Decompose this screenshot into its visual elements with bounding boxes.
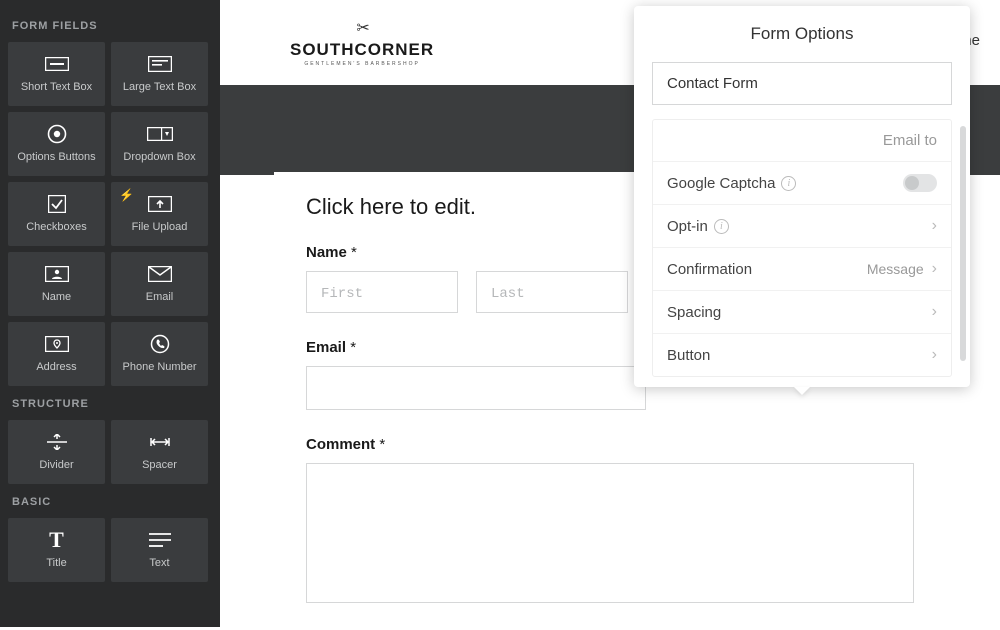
form-options-panel: Form Options Email to Google Captcha i O… [634,6,970,387]
site-logo: ✂ SOUTHCORNER GENTLEMEN'S BARBERSHOP [290,18,434,67]
first-name-input[interactable] [306,271,458,313]
option-confirmation[interactable]: Confirmation Message › [653,248,951,291]
tile-label: Divider [35,459,77,473]
email-input[interactable] [306,366,646,410]
info-icon[interactable]: i [714,219,729,234]
option-label: Google Captcha [667,175,775,192]
upload-icon [148,193,172,215]
tile-label: Options Buttons [13,151,99,165]
info-icon[interactable]: i [781,176,796,191]
scrollbar[interactable] [960,126,966,361]
panel-arrow-icon [794,387,810,395]
tile-phone-number[interactable]: Phone Number [111,322,208,386]
text-lines-icon [149,529,171,551]
envelope-icon [148,263,172,285]
tile-label: Checkboxes [22,221,91,235]
radio-icon [47,123,67,145]
tile-label: Title [42,557,70,571]
tile-short-text-box[interactable]: Short Text Box [8,42,105,106]
tile-spacer[interactable]: Spacer [111,420,208,484]
tile-address[interactable]: Address [8,322,105,386]
tile-label: Email [142,291,178,305]
option-opt-in[interactable]: Opt-in i › [653,205,951,248]
tile-options-buttons[interactable]: Options Buttons [8,112,105,176]
form-name-input[interactable] [652,62,952,105]
last-name-input[interactable] [476,271,628,313]
tile-text[interactable]: Text [111,518,208,582]
spacer-icon [148,431,172,453]
option-label: Spacing [667,304,721,321]
tile-email[interactable]: Email [111,252,208,316]
chevron-right-icon: › [932,346,937,364]
comment-label: Comment * [306,436,914,453]
section-title-structure: STRUCTURE [12,398,208,410]
chevron-right-icon: › [932,303,937,321]
captcha-toggle[interactable] [903,174,937,192]
logo-tagline: GENTLEMEN'S BARBERSHOP [304,61,420,67]
option-label: Opt-in [667,218,708,235]
tile-divider[interactable]: Divider [8,420,105,484]
tile-dropdown-box[interactable]: Dropdown Box [111,112,208,176]
tile-name[interactable]: Name [8,252,105,316]
option-label: Confirmation [667,261,752,278]
tile-large-text-box[interactable]: Large Text Box [111,42,208,106]
tile-checkboxes[interactable]: Checkboxes [8,182,105,246]
chevron-right-icon: › [932,217,937,235]
structure-grid: Divider Spacer [8,420,212,484]
address-card-icon [45,333,69,355]
options-list: Email to Google Captcha i Opt-in i › Con… [652,119,952,377]
section-title-basic: BASIC [12,496,208,508]
sidebar: FORM FIELDS Short Text Box Large Text Bo… [0,0,220,627]
option-button[interactable]: Button › [653,334,951,376]
short-text-icon [45,53,69,75]
tile-title[interactable]: T Title [8,518,105,582]
checkbox-icon [48,193,66,215]
option-email-to[interactable]: Email to [653,120,951,162]
comment-textarea[interactable] [306,463,914,603]
option-label: Button [667,347,710,364]
option-label: Email to [883,132,937,149]
divider-icon [45,431,69,453]
tile-file-upload[interactable]: ⚡ File Upload [111,182,208,246]
section-title-form-fields: FORM FIELDS [12,20,208,32]
option-spacing[interactable]: Spacing › [653,291,951,334]
tile-label: File Upload [128,221,192,235]
title-icon: T [49,529,64,551]
scissors-icon: ✂ [356,18,367,38]
tile-label: Large Text Box [119,81,200,95]
tile-label: Short Text Box [17,81,96,95]
form-fields-grid: Short Text Box Large Text Box Options Bu… [8,42,212,386]
tile-label: Phone Number [119,361,201,375]
large-text-icon [148,53,172,75]
tile-label: Address [32,361,80,375]
logo-text: SOUTHCORNER [290,40,434,60]
chevron-right-icon: › [932,260,937,278]
tile-label: Name [38,291,75,305]
options-panel-title: Form Options [634,6,970,58]
tile-label: Dropdown Box [119,151,199,165]
name-card-icon [45,263,69,285]
option-google-captcha[interactable]: Google Captcha i [653,162,951,205]
dropdown-icon [147,123,173,145]
option-value: Message [867,261,924,277]
basic-grid: T Title Text [8,518,212,582]
tile-label: Spacer [138,459,181,473]
lightning-icon: ⚡ [119,188,134,202]
phone-icon [150,333,170,355]
tile-label: Text [145,557,173,571]
